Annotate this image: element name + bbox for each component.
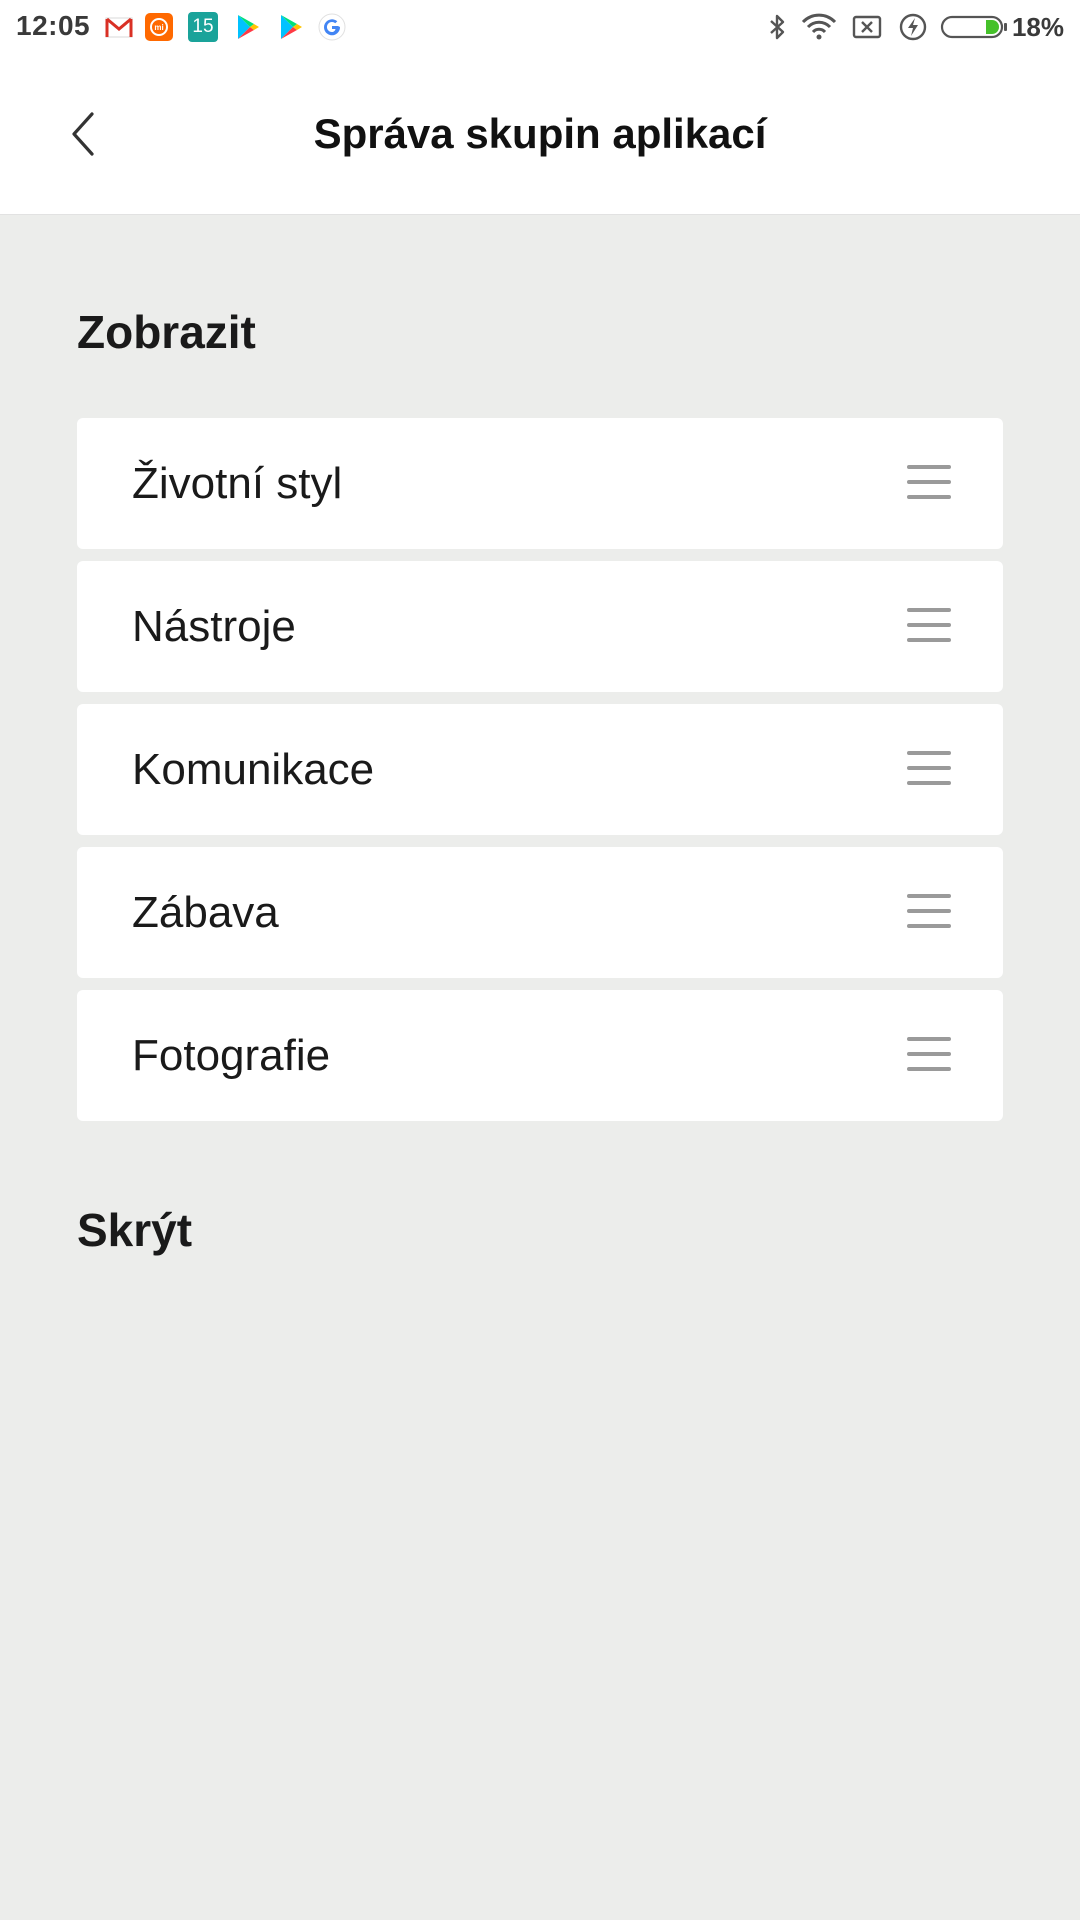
status-time: 12:05 [16,10,91,41]
list-item[interactable]: Fotografie [77,990,1003,1121]
play-store-icon [238,15,259,39]
page-title: Správa skupin aplikací [313,110,767,157]
group-label: Zábava [132,888,279,937]
list-item[interactable]: Komunikace [77,704,1003,835]
status-bar: 12:05 mi 15 18% [0,0,1080,56]
section-title-show: Zobrazit [77,306,256,358]
no-sim-icon [852,15,882,39]
play-store-icon [281,15,302,39]
gmail-icon [105,17,133,38]
drag-handle-icon[interactable] [907,608,951,646]
group-label: Nástroje [132,602,296,651]
group-label: Fotografie [132,1031,331,1080]
svg-text:mi: mi [154,23,163,32]
app-bar: Správa skupin aplikací [0,56,1080,215]
list-item[interactable]: Nástroje [77,561,1003,692]
calendar-day: 15 [192,16,214,37]
battery-icon [940,15,1007,39]
drag-handle-icon[interactable] [907,465,951,503]
section-title-hide: Skrýt [77,1204,193,1256]
group-label: Životní styl [132,459,343,508]
bluetooth-icon [770,14,785,40]
battery-percent: 18% [1011,12,1064,42]
group-label: Komunikace [132,745,375,794]
calendar-icon: 15 [188,12,218,42]
drag-handle-icon[interactable] [907,894,951,932]
drag-handle-icon[interactable] [907,1037,951,1075]
google-icon [318,13,346,41]
list-item[interactable]: Životní styl [77,418,1003,549]
drag-handle-icon[interactable] [907,751,951,789]
visible-groups-list: Životní styl Nástroje Komunikace Zábava … [77,418,1003,1133]
wifi-icon [801,13,837,40]
charging-icon [899,13,927,41]
list-item[interactable]: Zábava [77,847,1003,978]
mi-icon: mi [145,13,173,41]
